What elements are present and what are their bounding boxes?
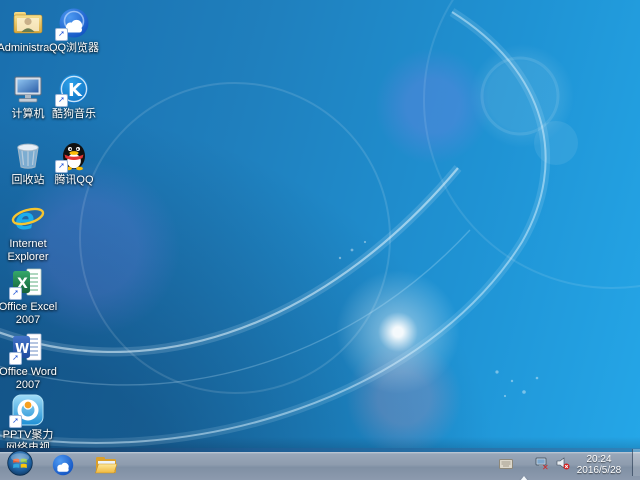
windows-start-orb-icon [7,450,33,476]
desktop-icon-label: Office Excel 2007 [0,301,60,327]
computer-icon [11,72,45,106]
shortcut-arrow-badge: ➚ [9,415,22,428]
system-tray: ✕ [499,452,570,476]
desktop-icon-label: Internet Explorer [0,238,60,264]
taskbar-qq-browser-button[interactable] [50,453,76,479]
clock-time: 20:24 [570,454,628,465]
desktop-icon-pptv[interactable]: ➚ PPTV聚力 网络电视 [0,393,60,455]
user-folder-icon [11,6,45,40]
svg-text:K: K [68,80,83,101]
desktop-icon-office-word-2007[interactable]: W ➚ Office Word 2007 [0,330,60,392]
desktop-icon-tencent-qq[interactable]: ➚ 腾讯QQ [42,138,106,187]
shortcut-arrow-badge: ➚ [9,352,22,365]
recycle-bin-icon [11,138,45,172]
shortcut-arrow-badge: ➚ [9,287,22,300]
taskbar-clock[interactable]: 20:24 2016/5/28 [570,454,628,476]
desktop-icon-kugou-music[interactable]: K ➚ 酷狗音乐 [42,72,106,121]
taskbar: ✕ 20:24 2016/5/28 [0,448,640,480]
desktop-icon-internet-explorer[interactable]: e Internet Explorer [0,202,60,264]
desktop-icon-label: 腾讯QQ [42,174,106,187]
qq-browser-icon [51,453,75,477]
internet-explorer-icon: e [10,202,46,236]
svg-text:✕: ✕ [542,463,549,470]
input-method-icon[interactable] [499,457,513,471]
show-desktop-button[interactable] [632,449,640,476]
desktop-icon-label: 酷狗音乐 [42,108,106,121]
start-button[interactable] [6,450,34,478]
shortcut-arrow-badge: ➚ [55,160,68,173]
desktop-icon-label: Office Word 2007 [0,366,60,392]
network-disconnected-icon[interactable]: ✕ [535,457,549,471]
windows-explorer-folder-icon [94,453,118,477]
desktop: Administra... 计算机 回收站 [0,0,640,480]
svg-text:e: e [15,202,35,236]
volume-muted-icon[interactable] [556,457,570,471]
taskbar-explorer-button[interactable] [93,453,119,479]
shortcut-arrow-badge: ➚ [55,94,68,107]
desktop-icon-qq-browser[interactable]: ➚ QQ浏览器 [42,6,106,55]
clock-date: 2016/5/28 [570,465,628,476]
show-hidden-icons-arrow[interactable] [520,461,528,467]
desktop-icon-office-excel-2007[interactable]: X ➚ Office Excel 2007 [0,265,60,327]
shortcut-arrow-badge: ➚ [55,28,68,41]
desktop-icon-label: QQ浏览器 [42,42,106,55]
wallpaper-swirl-graphics [0,0,640,452]
